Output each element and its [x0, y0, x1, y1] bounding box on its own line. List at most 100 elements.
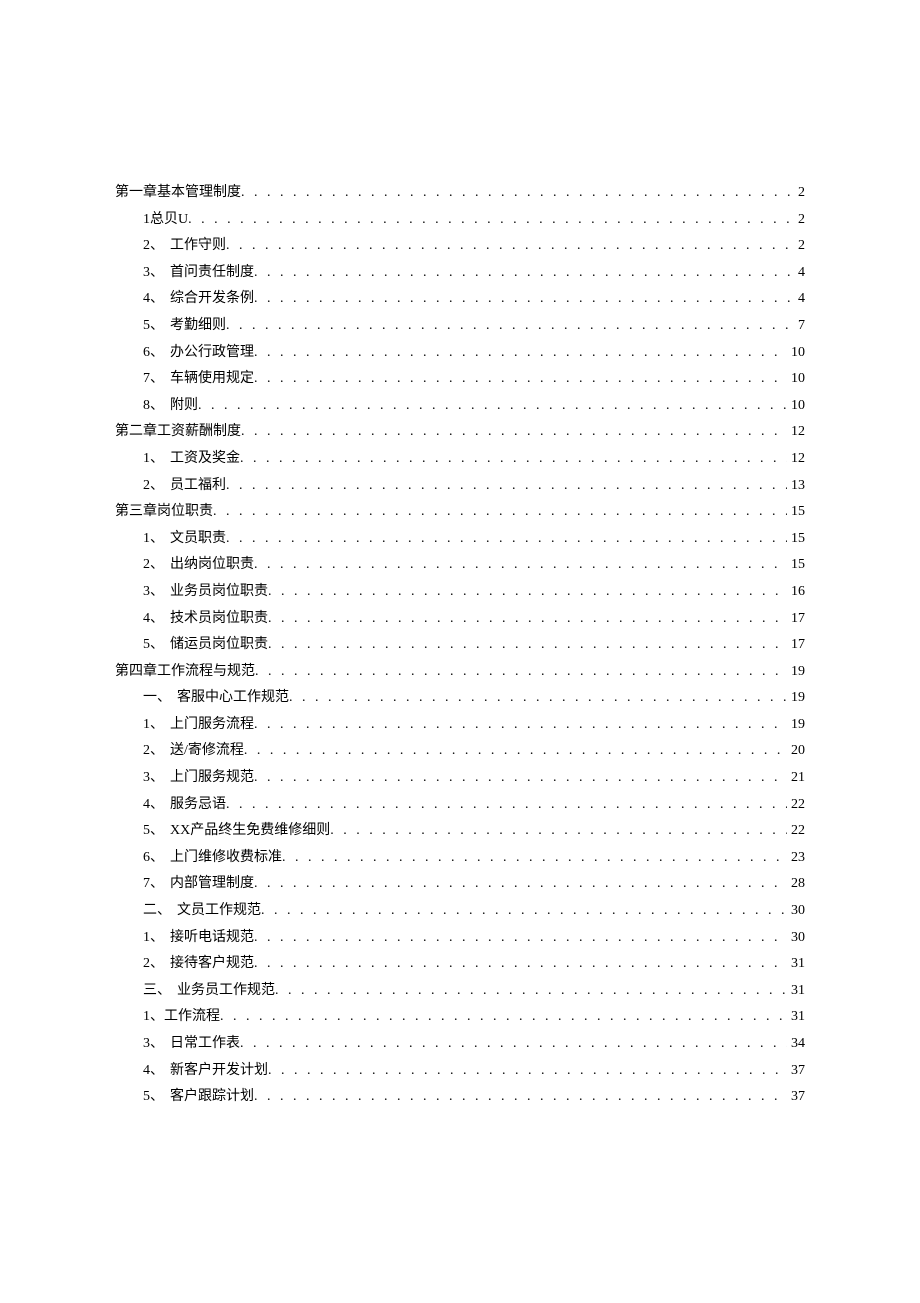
toc-entry-page: 15	[787, 526, 805, 553]
toc-entry-label: 工资及奖金	[170, 446, 240, 473]
toc-leader-dots	[268, 1058, 787, 1085]
toc-entry-page: 12	[787, 419, 805, 446]
toc-entry-page: 28	[787, 871, 805, 898]
toc-entry-page: 37	[787, 1084, 805, 1111]
toc-entry: 第二章工资薪酬制度 12	[115, 419, 805, 446]
toc-entry-page: 23	[787, 845, 805, 872]
toc-entry-page: 34	[787, 1031, 805, 1058]
toc-entry-page: 12	[787, 446, 805, 473]
toc-leader-dots	[254, 366, 787, 393]
toc-leader-dots	[240, 446, 787, 473]
toc-entry-prefix: 4、	[143, 792, 164, 819]
toc-entry-page: 21	[787, 765, 805, 792]
toc-entry-prefix: 1、	[143, 446, 164, 473]
toc-entry: 4、综合开发条例4	[115, 286, 805, 313]
toc-entry-prefix: 4、	[143, 1058, 164, 1085]
toc-entry: 5、客户跟踪计划37	[115, 1084, 805, 1111]
toc-entry-page: 10	[787, 366, 805, 393]
toc-entry-prefix: 8、	[143, 393, 164, 420]
toc-entry-page: 20	[787, 738, 805, 765]
toc-entry: 1总贝U2	[115, 207, 805, 234]
toc-entry: 3、上门服务规范21	[115, 765, 805, 792]
toc-entry-label: 客服中心工作规范	[177, 685, 289, 712]
toc-entry-prefix: 7、	[143, 871, 164, 898]
toc-entry-prefix: 4、	[143, 606, 164, 633]
toc-entry-page: 30	[787, 898, 805, 925]
toc-entry-label: 车辆使用规定	[170, 366, 254, 393]
toc-entry-label: 客户跟踪计划	[170, 1084, 254, 1111]
toc-entry-prefix: 2、	[143, 552, 164, 579]
toc-entry-page: 2	[794, 233, 805, 260]
toc-entry: 1、工作流程 31	[115, 1004, 805, 1031]
toc-entry-prefix: 一、	[143, 685, 171, 712]
toc-entry-label: 接待客户规范	[170, 951, 254, 978]
toc-entry-prefix: 2、	[143, 951, 164, 978]
toc-entry-label: 第四章工作流程与规范	[115, 659, 255, 686]
toc-entry-label: 出纳岗位职责	[170, 552, 254, 579]
toc-entry-label: 上门维修收费标准	[170, 845, 282, 872]
toc-entry-page: 31	[787, 951, 805, 978]
toc-entry-label: 业务员岗位职责	[170, 579, 268, 606]
toc-entry-prefix: 3、	[143, 579, 164, 606]
toc-entry: 7、车辆使用规定 10	[115, 366, 805, 393]
toc-leader-dots	[254, 260, 794, 287]
toc-entry-page: 10	[787, 393, 805, 420]
toc-entry-page: 19	[787, 659, 805, 686]
toc-entry-page: 22	[787, 792, 805, 819]
toc-entry-page: 31	[787, 1004, 805, 1031]
toc-leader-dots	[244, 738, 787, 765]
toc-entry-page: 22	[787, 818, 805, 845]
toc-entry-prefix: 1、	[143, 712, 164, 739]
toc-entry-prefix: 1、	[143, 526, 164, 553]
toc-leader-dots	[268, 632, 787, 659]
toc-entry-label: 附则	[170, 393, 198, 420]
toc-entry: 第三章岗位职责15	[115, 499, 805, 526]
toc-entry: 2、接待客户规范 31	[115, 951, 805, 978]
toc-entry-label: 1总贝U	[143, 207, 188, 234]
toc-entry-page: 2	[794, 180, 805, 207]
toc-leader-dots	[254, 286, 794, 313]
toc-leader-dots	[254, 340, 787, 367]
toc-leader-dots	[241, 419, 787, 446]
toc-entry-page: 7	[794, 313, 805, 340]
toc-entry: 4、服务忌语22	[115, 792, 805, 819]
toc-leader-dots	[254, 925, 787, 952]
table-of-contents: 第一章基本管理制度21总贝U22、工作守则23、首问责任制度44、综合开发条例4…	[115, 180, 805, 1111]
toc-leader-dots	[254, 552, 787, 579]
toc-entry-prefix: 3、	[143, 1031, 164, 1058]
toc-entry-label: 上门服务流程	[170, 712, 254, 739]
toc-leader-dots	[213, 499, 787, 526]
toc-leader-dots	[226, 526, 787, 553]
toc-entry-prefix: 2、	[143, 473, 164, 500]
toc-entry: 1、文员职责 15	[115, 526, 805, 553]
toc-leader-dots	[268, 606, 787, 633]
toc-entry-prefix: 1、	[143, 925, 164, 952]
toc-entry: 2、员工福利 13	[115, 473, 805, 500]
toc-entry-label: 接听电话规范	[170, 925, 254, 952]
toc-entry-page: 19	[787, 685, 805, 712]
toc-entry-page: 16	[787, 579, 805, 606]
toc-entry-label: 业务员工作规范	[177, 978, 275, 1005]
toc-entry-label: 员工福利	[170, 473, 226, 500]
toc-entry: 5、XX产品终生免费维修细则22	[115, 818, 805, 845]
toc-entry-prefix: 5、	[143, 632, 164, 659]
toc-entry-prefix: 5、	[143, 818, 164, 845]
toc-entry: 1、上门服务流程19	[115, 712, 805, 739]
toc-entry-label: 工作守则	[170, 233, 226, 260]
toc-entry-prefix: 2、	[143, 233, 164, 260]
toc-entry-page: 4	[794, 260, 805, 287]
toc-leader-dots	[254, 1084, 787, 1111]
toc-entry-prefix: 7、	[143, 366, 164, 393]
toc-entry-label: 1、工作流程	[143, 1004, 220, 1031]
toc-leader-dots	[261, 898, 787, 925]
toc-entry-label: 文员职责	[170, 526, 226, 553]
toc-entry-prefix: 3、	[143, 765, 164, 792]
toc-entry-label: 送/寄修流程	[170, 738, 244, 765]
toc-entry-prefix: 4、	[143, 286, 164, 313]
toc-entry: 第四章工作流程与规范 19	[115, 659, 805, 686]
toc-entry: 1、工资及奖金 12	[115, 446, 805, 473]
toc-entry-prefix: 二、	[143, 898, 171, 925]
toc-entry-label: 第二章工资薪酬制度	[115, 419, 241, 446]
toc-entry-page: 13	[787, 473, 805, 500]
toc-entry: 3、业务员岗位职责 16	[115, 579, 805, 606]
